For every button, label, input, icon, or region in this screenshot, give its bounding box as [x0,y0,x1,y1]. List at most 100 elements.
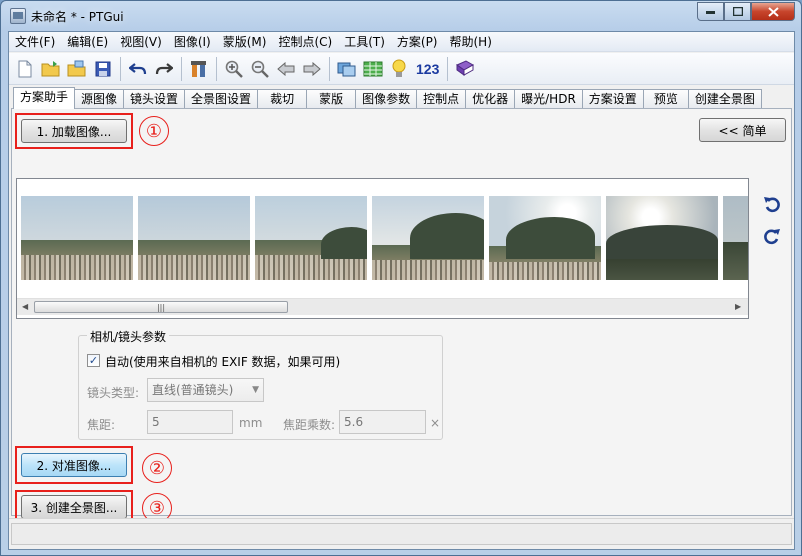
menu-mask[interactable]: 蒙版(M) [217,32,273,52]
create-panorama-button[interactable]: 3. 创建全景图... [21,495,127,519]
crop-factor-label: 焦距乘数: [283,418,336,432]
menu-tools[interactable]: 工具(T) [338,32,391,52]
align-images-button[interactable]: 2. 对准图像... [21,453,127,477]
tab-source-images[interactable]: 源图像 [74,89,125,109]
panorama-editor-icon [337,62,356,76]
tools-icon [191,60,206,77]
focal-length-label: 焦距: [87,418,116,432]
image-thumbnail[interactable] [606,196,718,280]
scroll-right-arrow-icon[interactable]: ▶ [735,302,741,311]
new-document-icon [18,60,32,77]
previous-button[interactable] [273,56,299,82]
tab-optimizer[interactable]: 优化器 [465,89,516,109]
tab-image-parameters[interactable]: 图像参数 [355,89,418,109]
arrow-right-icon [303,61,321,76]
step-2-marker: ② [142,453,172,483]
redo-icon [155,62,173,74]
table-icon [363,61,383,76]
app-window: 未命名 * - PTGui 文件(F) 编辑(E) 视图(V) 图像(I) 蒙版… [0,0,802,556]
tab-strip: 方案助手 源图像 镜头设置 全景图设置 裁切 蒙版 图像参数 控制点 优化器 曝… [13,87,793,109]
minimize-button[interactable] [697,2,724,21]
open-images-icon [67,60,86,76]
simple-mode-button[interactable]: << 简单 [699,118,786,142]
panorama-editor-button[interactable] [334,56,360,82]
lens-type-label: 镜头类型: [87,386,140,400]
tab-project-assistant[interactable]: 方案助手 [13,87,76,109]
open-images-button[interactable] [64,56,90,82]
maximize-button[interactable] [724,2,751,21]
undo-button[interactable] [125,56,151,82]
camera-lens-group-title: 相机/镜头参数 [87,328,170,345]
menu-bar: 文件(F) 编辑(E) 视图(V) 图像(I) 蒙版(M) 控制点(C) 工具(… [9,32,794,52]
image-thumbnail[interactable] [255,196,367,280]
new-project-button[interactable] [12,56,38,82]
menu-help[interactable]: 帮助(H) [444,32,498,52]
scroll-left-arrow-icon[interactable]: ◀ [22,302,28,311]
menu-view[interactable]: 视图(V) [114,32,168,52]
image-thumbnail[interactable] [138,196,250,280]
rotate-left-button[interactable] [762,194,782,214]
lens-type-value: 直线(普通镜头) [152,383,234,397]
next-button[interactable] [299,56,325,82]
help-book-button[interactable] [452,56,478,82]
open-project-button[interactable] [38,56,64,82]
tab-preview[interactable]: 预览 [642,89,689,109]
tab-create-panorama[interactable]: 创建全景图 [687,89,762,109]
tab-lens-settings[interactable]: 镜头设置 [123,89,186,109]
close-button[interactable] [751,2,795,21]
menu-edit[interactable]: 编辑(E) [61,32,114,52]
app-icon [10,8,26,24]
focal-length-input[interactable]: 5 [147,410,233,434]
zoom-in-icon [225,60,243,78]
zoom-in-button[interactable] [221,56,247,82]
zoom-out-button[interactable] [247,56,273,82]
menu-control-points[interactable]: 控制点(C) [272,32,338,52]
book-icon [456,59,475,76]
step-1-marker: ① [139,116,169,146]
client-area: 文件(F) 编辑(E) 视图(V) 图像(I) 蒙版(M) 控制点(C) 工具(… [8,31,795,550]
image-thumbnail[interactable] [372,196,484,280]
image-thumbnail[interactable] [723,196,748,280]
auto-exif-label: 自动(使用来自相机的 EXIF 数据，如果可用) [105,355,341,369]
tab-exposure-hdr[interactable]: 曝光/HDR [514,89,583,109]
save-button[interactable] [90,56,116,82]
window-title: 未命名 * - PTGui [31,10,124,24]
tools-button[interactable] [186,56,212,82]
tab-control-points[interactable]: 控制点 [416,89,467,109]
menu-file[interactable]: 文件(F) [9,32,61,52]
title-bar[interactable]: 未命名 * - PTGui [1,1,801,31]
menu-project[interactable]: 方案(P) [391,32,444,52]
save-icon [95,61,111,76]
tab-panorama-settings[interactable]: 全景图设置 [184,89,259,109]
tab-project-settings[interactable]: 方案设置 [581,89,644,109]
rotate-left-icon [764,197,780,213]
numbering-button[interactable]: 123 [412,61,443,77]
load-images-button[interactable]: 1. 加载图像... [21,119,127,143]
scrollbar-thumb[interactable]: ||| [34,301,288,313]
menu-image[interactable]: 图像(I) [168,32,217,52]
arrow-left-icon [277,61,295,76]
table-view-button[interactable] [360,56,386,82]
tips-button[interactable] [386,56,412,82]
window-controls [697,2,795,21]
toolbar-separator [447,56,449,81]
image-thumbnail[interactable] [21,196,133,280]
project-assistant-panel: 1. 加载图像... ① << 简单 ◀ ||| ▶ 相机/镜头参数 ✓ 自动(… [11,108,792,527]
auto-exif-checkbox[interactable]: ✓ [87,354,100,367]
image-thumbnail-strip: ◀ ||| ▶ [16,178,749,319]
thumbnail-scrollbar[interactable]: ◀ ||| ▶ [17,298,748,315]
lightbulb-icon [392,59,406,77]
tab-mask[interactable]: 蒙版 [306,89,357,109]
redo-button[interactable] [151,56,177,82]
toolbar: 123 [9,53,794,85]
lens-type-select[interactable]: 直线(普通镜头) ▼ [147,378,264,402]
rotate-right-button[interactable] [762,226,782,246]
tab-crop[interactable]: 裁切 [257,89,308,109]
maximize-icon [732,7,743,16]
open-folder-icon [41,60,60,76]
chevron-down-icon: ▼ [252,385,259,395]
toolbar-separator [329,56,330,81]
image-thumbnail[interactable] [489,196,601,280]
crop-factor-unit: × [430,416,441,430]
crop-factor-input[interactable]: 5.6 [339,410,426,434]
